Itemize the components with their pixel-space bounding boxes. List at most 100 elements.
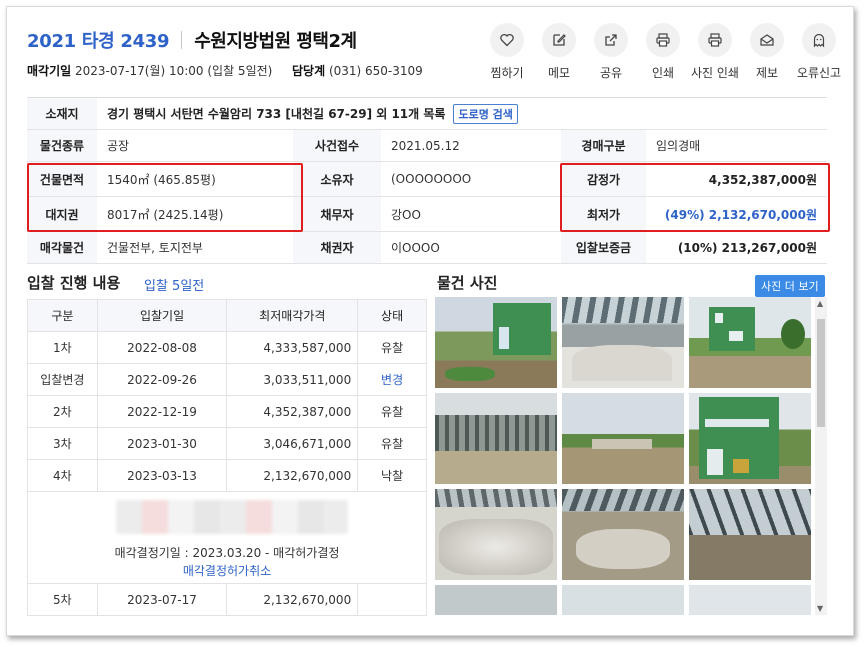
auction-kind-label: 경매구분: [561, 130, 646, 161]
property-info-table: 소재지 경기 평택시 서탄면 수월암리 733 [내천길 67-29] 외 11…: [27, 97, 827, 264]
col-min-price: 최저매각가격: [226, 299, 359, 332]
photos-title: 물건 사진: [437, 274, 498, 292]
error-report-label: 오류신고: [796, 66, 842, 80]
bid-section-title: 입찰 진행 내용: [27, 274, 121, 292]
status: [357, 583, 427, 616]
ghost-icon: [813, 33, 825, 48]
date: 2022-12-19: [96, 395, 228, 428]
table-row: 2차 2022-12-19 4,352,387,000 유찰: [27, 395, 427, 428]
scroll-up-icon[interactable]: ▲: [817, 299, 823, 308]
road-name-search-button[interactable]: 도로명 검색: [453, 103, 518, 124]
building-label: 건물면적: [27, 162, 97, 196]
property-photo[interactable]: [689, 585, 811, 615]
location-cell: 경기 평택시 서탄면 수월암리 733 [내천길 67-29] 외 11개 목록…: [97, 98, 827, 129]
creditor-value: 이OOOO: [391, 241, 440, 255]
sale-date-label: 매각기일: [27, 64, 72, 78]
price: 4,333,587,000: [226, 331, 359, 364]
memo-label: 메모: [547, 66, 571, 80]
sale-items-label: 매각물건: [27, 232, 97, 263]
type-label: 물건종류: [27, 130, 97, 161]
property-photo[interactable]: [562, 489, 684, 580]
court-name: 수원지방법원 평택2계: [194, 31, 357, 52]
land-label: 대지권: [27, 197, 97, 231]
redacted-text: [116, 500, 348, 534]
col-date: 입찰기일: [96, 299, 228, 332]
price: 2,132,670,000: [226, 459, 359, 492]
received-label: 사건접수: [293, 130, 381, 161]
auction-kind-value: 임의경매: [656, 139, 701, 153]
col-status: 상태: [357, 299, 427, 332]
print-icon: [656, 33, 670, 47]
more-photos-button[interactable]: 사진 더 보기: [755, 275, 825, 297]
title-row: 2021 타경 2439 수원지방법원 평택2계: [27, 27, 357, 53]
table-row: 입찰변경 2022-09-26 3,033,511,000 변경: [27, 363, 427, 396]
bid-header-row: 구분 입찰기일 최저매각가격 상태: [27, 299, 427, 332]
heart-icon: [500, 33, 514, 47]
type-value: 공장: [107, 139, 130, 153]
date: 2022-08-08: [96, 331, 228, 364]
property-photo[interactable]: [562, 585, 684, 615]
price: 4,352,387,000: [226, 395, 359, 428]
table-row: 4차 2023-03-13 2,132,670,000 낙찰: [27, 459, 427, 492]
price: 2,132,670,000: [226, 583, 359, 616]
status: 유찰: [357, 427, 427, 460]
round: 5차: [27, 583, 98, 616]
memo-icon: [553, 34, 566, 46]
location-label: 소재지: [27, 98, 97, 129]
property-photo[interactable]: [435, 393, 557, 484]
info-row-building: 건물면적 1540㎡ (465.85평) 소유자 (OOOOOOOO 감정가 4…: [27, 162, 827, 197]
scrollbar-thumb[interactable]: [817, 319, 825, 427]
dept-phone: (031) 650-3109: [328, 64, 423, 78]
memo-button[interactable]: 메모: [533, 23, 585, 81]
report-mail-icon: [760, 34, 774, 46]
dept-label: 담당계: [291, 64, 326, 78]
error-report-button[interactable]: 오류신고: [793, 23, 845, 81]
appraisal-label: 감정가: [561, 162, 646, 196]
appraisal-value: 4,352,387,000원: [708, 172, 817, 187]
table-row: 3차 2023-01-30 3,046,671,000 유찰: [27, 427, 427, 460]
owner-value: (OOOOOOOO: [391, 172, 472, 186]
report-button[interactable]: 제보: [741, 23, 793, 81]
photo-print-label: 사진 인쇄: [691, 66, 739, 80]
property-photo[interactable]: [689, 297, 811, 388]
building-value: 1540㎡ (465.85평): [107, 172, 216, 187]
property-photo[interactable]: [435, 489, 557, 580]
deposit-label: 입찰보증금: [561, 232, 646, 263]
sale-date: 2023-07-17(월) 10:00 (입찰 5일전): [75, 64, 273, 78]
photo-scrollbar[interactable]: ▲ ▼: [815, 297, 827, 615]
property-photo[interactable]: [435, 585, 557, 615]
property-photo[interactable]: [435, 297, 557, 388]
sale-info-row: 매각기일 2023-07-17(월) 10:00 (입찰 5일전) 담당계 (0…: [27, 62, 423, 79]
bid-countdown: 입찰 5일전: [144, 279, 205, 294]
status: 유찰: [357, 395, 427, 428]
share-button[interactable]: 공유: [585, 23, 637, 81]
property-photo[interactable]: [689, 489, 811, 580]
info-row-type: 물건종류 공장 사건접수 2021.05.12 경매구분 임의경매: [27, 130, 827, 162]
decision-cancel-link[interactable]: 매각결정허가취소: [28, 562, 426, 579]
share-icon: [605, 34, 617, 46]
title-divider: [181, 31, 183, 49]
creditor-label: 채권자: [293, 232, 381, 263]
photo-grid: [435, 297, 815, 615]
min-price-value: (49%) 2,132,670,000원: [664, 207, 817, 222]
property-photo[interactable]: [562, 297, 684, 388]
info-row-land: 대지권 8017㎡ (2425.14평) 채무자 강OO 최저가 (49%) 2…: [27, 197, 827, 232]
table-row: 5차 2023-07-17 2,132,670,000: [27, 583, 427, 616]
case-number: 2021 타경 2439: [27, 31, 170, 52]
status: 변경: [357, 363, 427, 396]
status: 유찰: [357, 331, 427, 364]
photo-print-button[interactable]: 사진 인쇄: [689, 23, 741, 81]
date: 2023-07-17: [96, 583, 228, 616]
print-button[interactable]: 인쇄: [637, 23, 689, 81]
debtor-value: 강OO: [391, 207, 421, 222]
col-round: 구분: [27, 299, 98, 332]
property-photo[interactable]: [689, 393, 811, 484]
owner-label: 소유자: [293, 162, 381, 196]
favorite-button[interactable]: 찜하기: [481, 23, 533, 81]
decision-row: 매각결정기일 : 2023.03.20 - 매각허가결정 매각결정허가취소: [27, 491, 427, 584]
favorite-label: 찜하기: [490, 66, 524, 80]
share-label: 공유: [599, 66, 623, 80]
price: 3,046,671,000: [226, 427, 359, 460]
scroll-down-icon[interactable]: ▼: [817, 604, 823, 613]
property-photo[interactable]: [562, 393, 684, 484]
